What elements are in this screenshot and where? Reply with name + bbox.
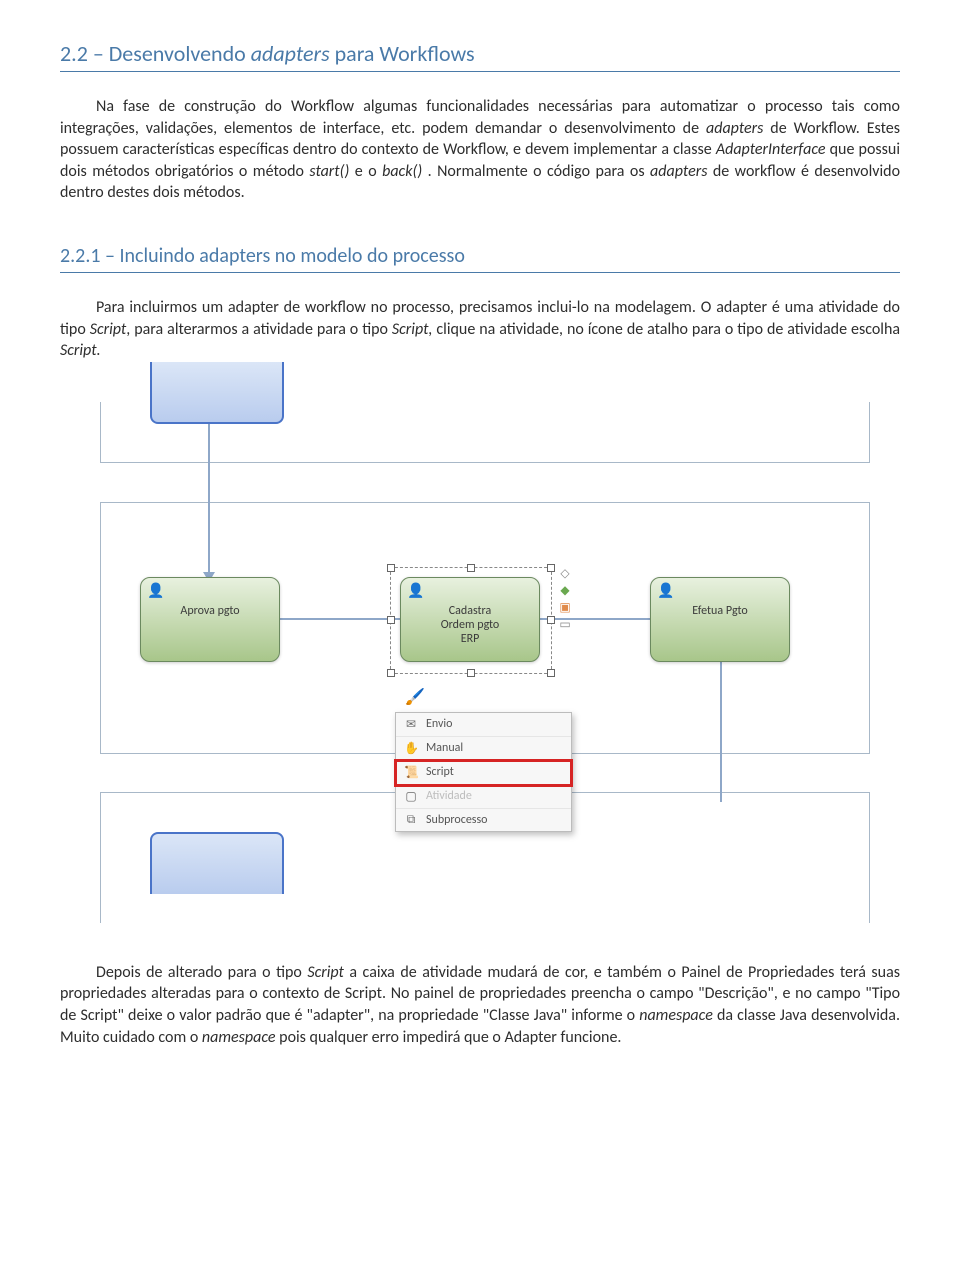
activity-label-line: Ordem pgto <box>441 618 500 632</box>
resize-handle[interactable] <box>387 669 395 677</box>
connector-horizontal <box>280 618 400 620</box>
workflow-diagram: 👤 Aprova pgto 👤 Cadastra Ordem pgto ERP … <box>90 402 870 922</box>
resize-handle[interactable] <box>547 616 555 624</box>
activity-label: Aprova pgto <box>180 604 239 618</box>
section-heading: 2.2 – Desenvolvendo adapters para Workfl… <box>60 40 900 72</box>
activity-shortcut-toolbar: ◇ ◆ ▣ ▭ <box>558 567 572 632</box>
menu-item-atividade: ▢ Atividade <box>396 785 571 809</box>
menu-item-script[interactable]: 📜 Script <box>396 761 571 785</box>
heading-italic: adapters <box>251 40 330 67</box>
toolbar-icon[interactable]: ▭ <box>558 618 572 632</box>
subprocess-icon: ⧉ <box>404 813 418 827</box>
user-icon: 👤 <box>147 582 163 598</box>
resize-handle[interactable] <box>547 564 555 572</box>
user-icon: 👤 <box>657 582 673 598</box>
activity-icon: ▢ <box>404 789 418 804</box>
paragraph-1: Na fase de construção do Workflow alguma… <box>60 96 900 204</box>
activity-efetua-pgto[interactable]: 👤 Efetua Pgto <box>650 577 790 662</box>
resize-handle[interactable] <box>467 669 475 677</box>
activity-label: Efetua Pgto <box>692 604 747 618</box>
toolbar-icon[interactable]: ▣ <box>558 601 572 615</box>
resize-handle[interactable] <box>387 564 395 572</box>
menu-item-manual[interactable]: ✋ Manual <box>396 737 571 761</box>
paragraph-2: Para incluirmos um adapter de workflow n… <box>60 297 900 362</box>
resize-handle[interactable] <box>467 564 475 572</box>
menu-item-label: Atividade <box>426 789 472 803</box>
menu-item-envio[interactable]: ✉ Envio <box>396 713 571 737</box>
hand-icon: ✋ <box>404 741 418 756</box>
menu-item-label: Envio <box>426 717 452 731</box>
connector-horizontal <box>540 618 650 620</box>
paragraph-3: Depois de alterado para o tipo Script a … <box>60 962 900 1048</box>
activity-label-line: Cadastra <box>449 604 491 618</box>
resize-handle[interactable] <box>387 616 395 624</box>
activity-type-menu: ✉ Envio ✋ Manual 📜 Script ▢ Atividade ⧉ … <box>395 712 572 832</box>
connector-vertical <box>208 424 210 574</box>
paint-brush-icon[interactable]: 🖌️ <box>405 687 425 707</box>
activity-cadastra-ordem[interactable]: 👤 Cadastra Ordem pgto ERP <box>400 577 540 662</box>
toolbar-icon[interactable]: ◇ <box>558 567 572 581</box>
heading-prefix: 2.2 – Desenvolvendo <box>60 40 251 67</box>
script-icon: 📜 <box>404 765 418 780</box>
envelope-icon: ✉ <box>404 717 418 732</box>
user-icon: 👤 <box>407 582 423 598</box>
heading-suffix: para Workflows <box>330 40 475 67</box>
menu-item-label: Manual <box>426 741 463 755</box>
subsection-heading: 2.2.1 – Incluindo adapters no modelo do … <box>60 244 900 273</box>
menu-item-subprocesso[interactable]: ⧉ Subprocesso <box>396 809 571 831</box>
toolbar-icon[interactable]: ◆ <box>558 584 572 598</box>
menu-item-label: Script <box>426 765 454 779</box>
connector-vertical <box>720 662 722 802</box>
activity-box-partial-top <box>150 362 284 424</box>
resize-handle[interactable] <box>547 669 555 677</box>
menu-item-label: Subprocesso <box>426 813 488 827</box>
activity-box-partial-bottom <box>150 832 284 894</box>
activity-label-line: ERP <box>461 632 480 646</box>
activity-aprova-pgto[interactable]: 👤 Aprova pgto <box>140 577 280 662</box>
